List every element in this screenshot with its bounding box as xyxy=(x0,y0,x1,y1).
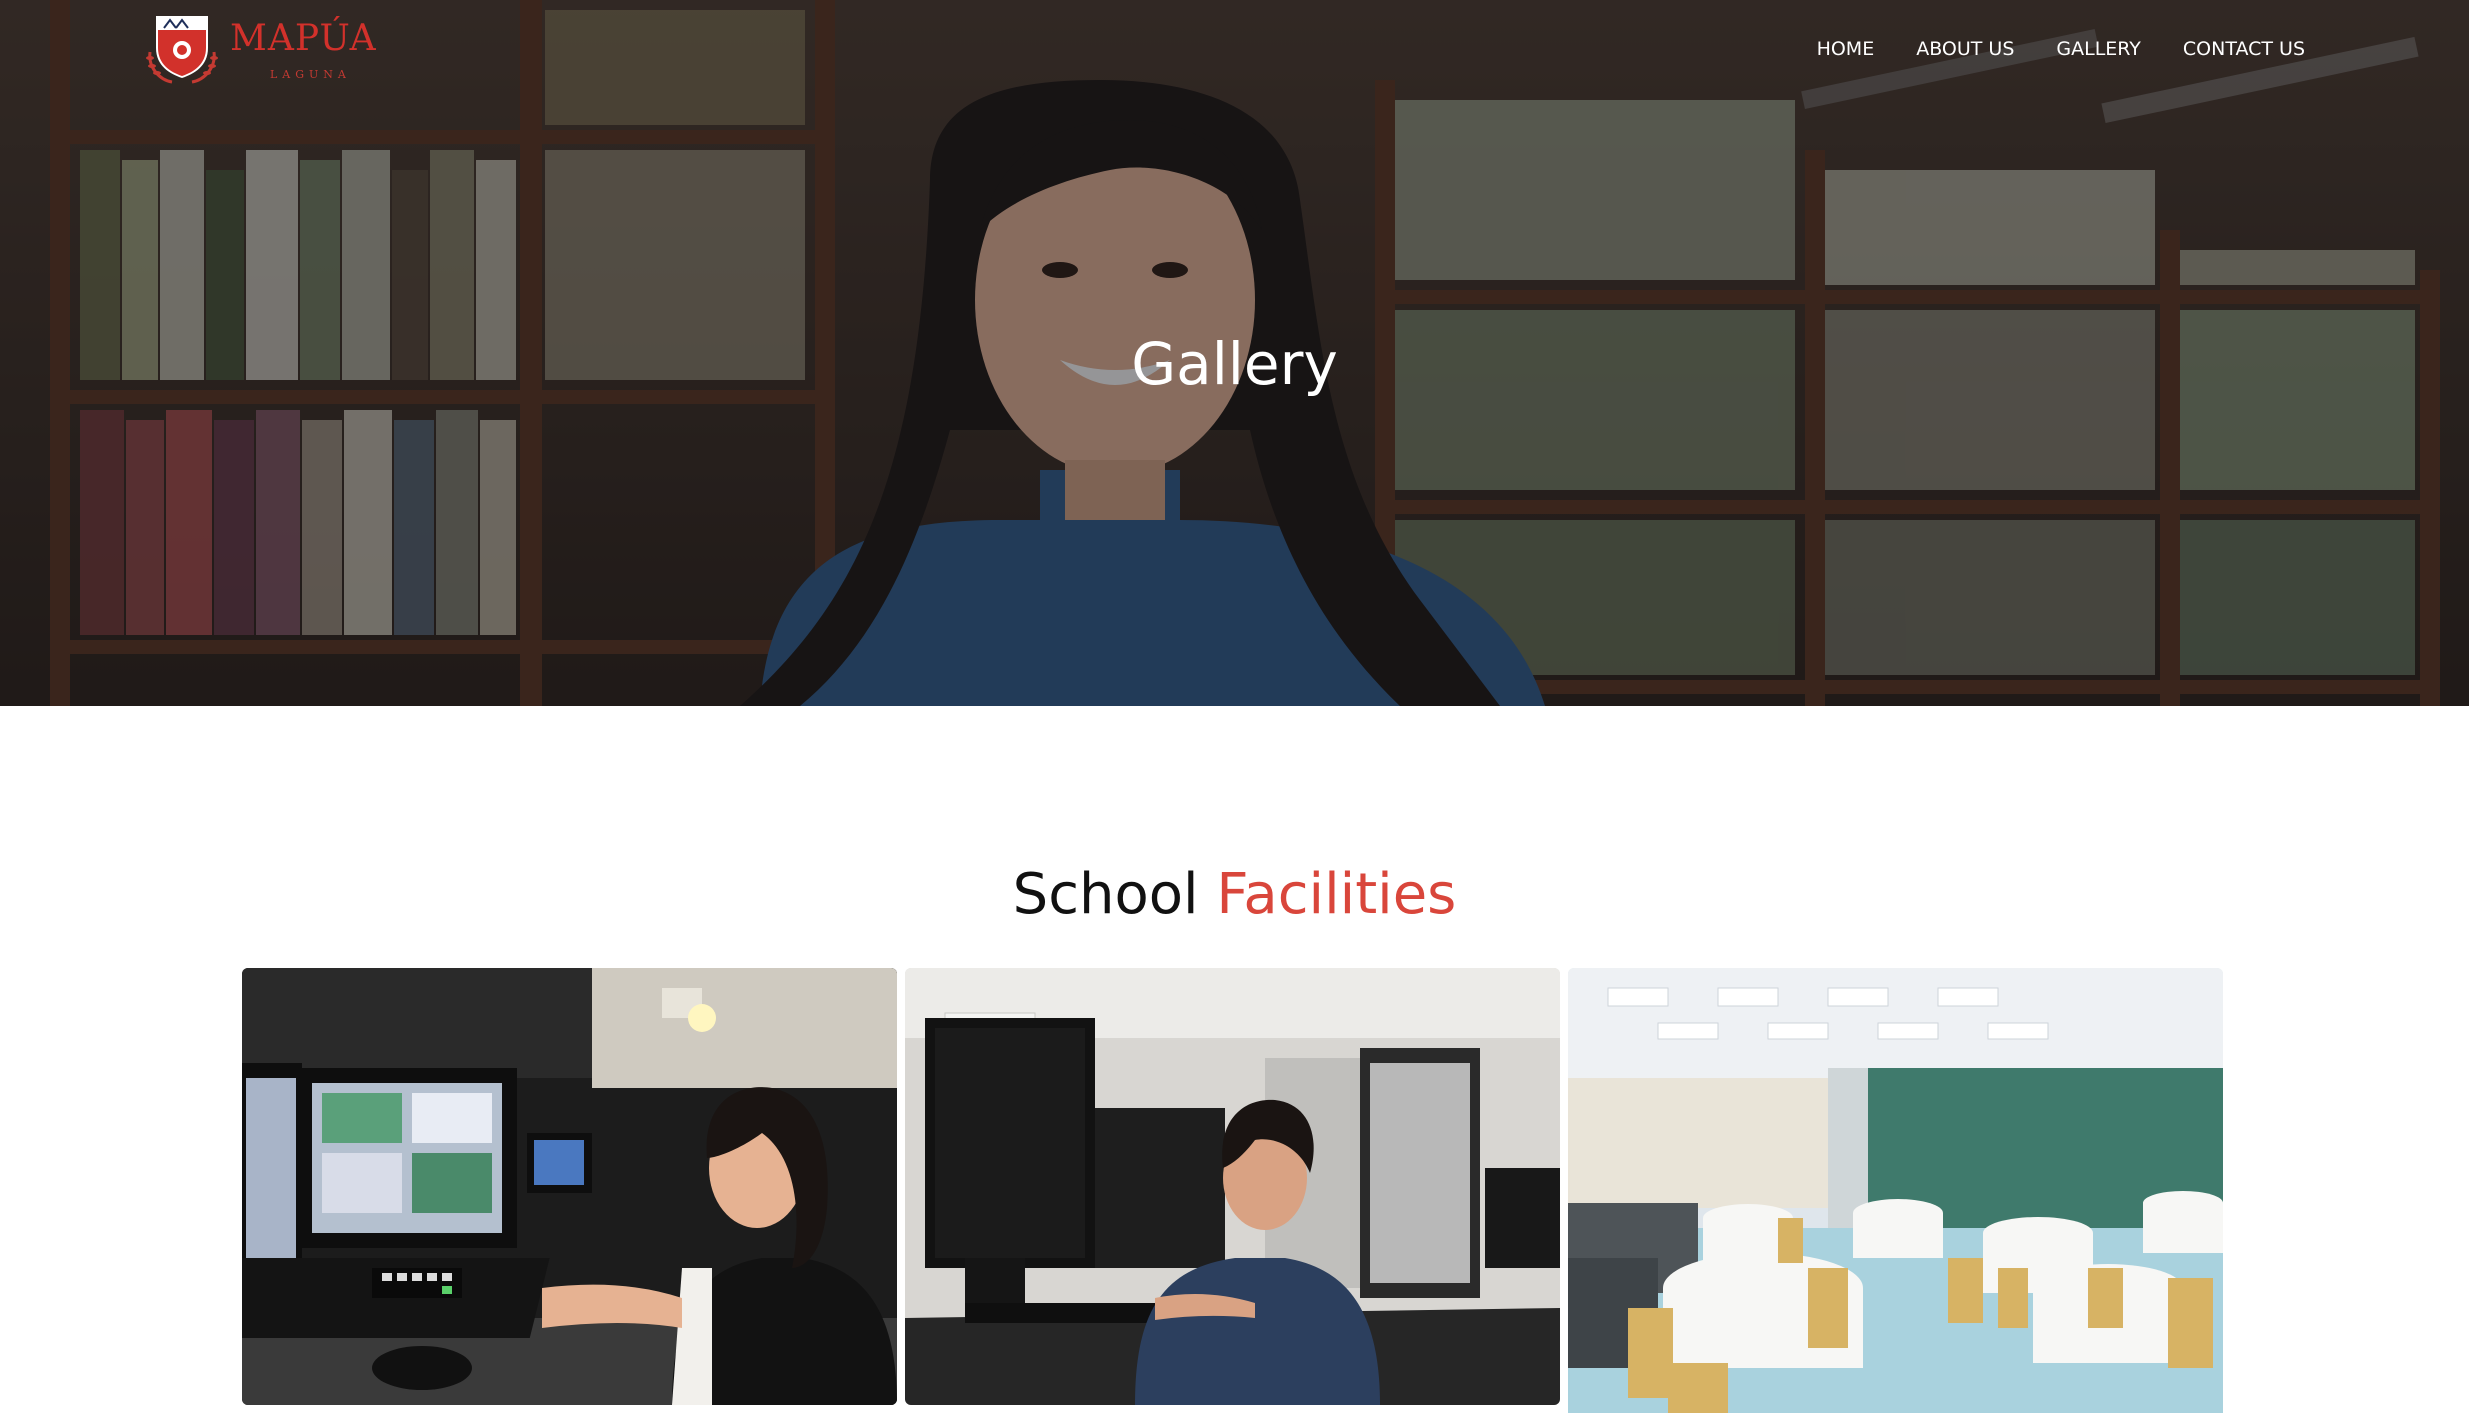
gallery-tile-broadcast-studio[interactable] xyxy=(242,968,897,1405)
nav-contact-us[interactable]: CONTACT US xyxy=(2183,38,2305,60)
section-title-plain: School xyxy=(1012,862,1217,927)
nav-home[interactable]: HOME xyxy=(1817,38,1875,60)
nav-about-us[interactable]: ABOUT US xyxy=(1916,38,2014,60)
hero-title: Gallery xyxy=(1131,330,1338,398)
mapua-logo[interactable]: MAPÚA LAGUNA xyxy=(142,12,382,84)
gallery-tile-computer-lab[interactable] xyxy=(905,968,1560,1405)
broadcast-studio-photo xyxy=(242,968,897,1405)
crest-icon xyxy=(146,16,218,84)
brand-subtitle: LAGUNA xyxy=(270,68,351,81)
gallery-tile-dining-hall[interactable] xyxy=(1568,968,2223,1413)
main-navigation: HOME ABOUT US GALLERY CONTACT US xyxy=(1817,38,2305,60)
section-title: School Facilities xyxy=(0,862,2469,927)
computer-lab-photo xyxy=(905,968,1560,1405)
brand-name: MAPÚA xyxy=(230,18,377,59)
facilities-gallery xyxy=(242,968,2224,1413)
section-title-accent: Facilities xyxy=(1216,862,1457,927)
nav-gallery[interactable]: GALLERY xyxy=(2056,38,2141,60)
dining-hall-photo xyxy=(1568,968,2223,1413)
